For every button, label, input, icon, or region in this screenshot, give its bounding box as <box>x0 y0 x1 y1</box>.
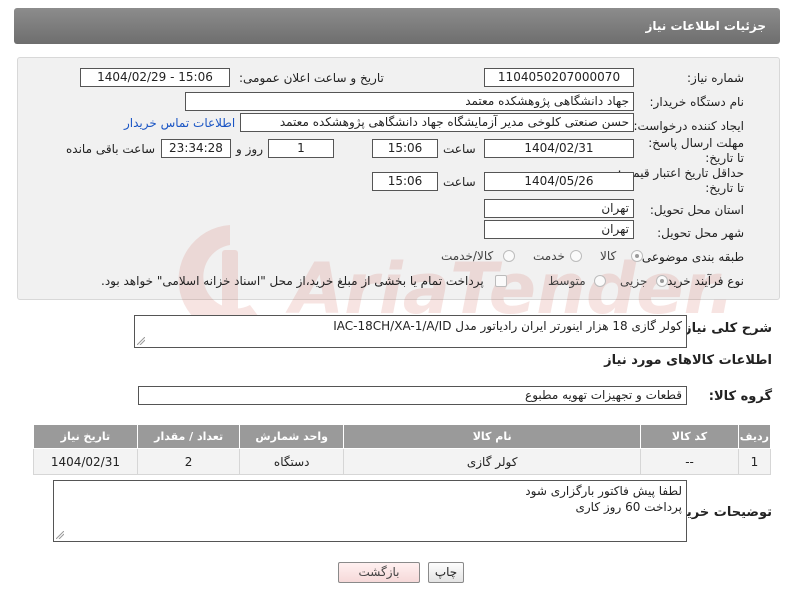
table-row[interactable]: 1 -- کولر گازی دستگاه 2 1404/02/31 <box>33 448 772 475</box>
goods-info-heading: اطلاعات کالاهای مورد نیاز <box>604 353 772 368</box>
treasury-payment-note: پرداخت تمام یا بخشی از مبلغ خرید،از محل … <box>101 274 484 288</box>
page-title: جزئیات اطلاعات نیاز <box>645 19 766 33</box>
creator-label: ایجاد کننده درخواست: <box>633 119 744 133</box>
process-medium-label: متوسط <box>548 274 586 288</box>
city-label: شهر محل تحویل: <box>657 226 744 240</box>
col-unit: واحد شمارش <box>239 424 345 449</box>
category-goods-radio[interactable] <box>631 250 643 262</box>
cell-row: 1 <box>737 448 772 475</box>
category-goods-label: کالا <box>600 249 617 263</box>
announce-label: تاریخ و ساعت اعلان عمومی: <box>239 71 384 85</box>
creator-field[interactable]: حسن صنعتی کلوخی مدیر آزمایشگاه جهاد دانش… <box>240 113 634 132</box>
cell-date: 1404/02/31 <box>33 448 138 475</box>
remaining-label: ساعت باقی مانده <box>66 142 156 156</box>
remaining-time-field[interactable]: 23:34:28 <box>161 139 231 158</box>
goods-group-label: گروه کالا: <box>708 389 772 404</box>
remaining-days-field[interactable]: 1 <box>268 139 334 158</box>
category-service-radio[interactable] <box>570 250 582 262</box>
buyer-org-field[interactable]: جهاد دانشگاهی پژوهشکده معتمد <box>185 92 634 111</box>
category-goods-service-label: کالا/خدمت <box>441 249 494 263</box>
process-minor-radio[interactable] <box>656 275 668 287</box>
goods-table: ردیف کد کالا نام کالا واحد شمارش تعداد /… <box>33 424 772 475</box>
validity-time-label: ساعت <box>443 175 476 189</box>
buyer-notes-line: لطفا پیش فاکتور بارگزاری شود <box>525 484 682 498</box>
buyer-notes-line: پرداخت 60 روز کاری <box>575 500 682 514</box>
validity-time-field[interactable]: 15:06 <box>372 172 438 191</box>
announce-datetime-field[interactable]: 1404/02/29 - 15:06 <box>80 68 230 87</box>
category-service-label: خدمت <box>533 249 565 263</box>
print-button[interactable]: چاپ <box>428 562 464 583</box>
col-quantity: تعداد / مقدار <box>136 424 241 449</box>
process-medium-radio[interactable] <box>594 275 606 287</box>
province-field[interactable]: تهران <box>484 199 634 218</box>
deadline-date-field[interactable]: 1404/02/31 <box>484 139 634 158</box>
validity-date-field[interactable]: 1404/05/26 <box>484 172 634 191</box>
back-button[interactable]: بازگشت <box>338 562 420 583</box>
goods-group-field[interactable]: قطعات و تجهیزات تهویه مطبوع <box>138 386 687 405</box>
need-number-label: شماره نیاز: <box>687 71 744 85</box>
resize-handle-icon[interactable] <box>56 531 64 539</box>
buyer-notes-field[interactable]: لطفا پیش فاکتور بارگزاری شود پرداخت 60 ر… <box>53 480 687 542</box>
cell-name: کولر گازی <box>343 448 642 475</box>
buyer-contact-link[interactable]: اطلاعات تماس خریدار <box>124 116 235 130</box>
category-label: طبقه بندی موضوعی: <box>637 250 744 264</box>
category-goods-service-radio[interactable] <box>503 250 515 262</box>
col-code: کد کالا <box>640 424 739 449</box>
deadline-time-label: ساعت <box>443 142 476 156</box>
resize-handle-icon[interactable] <box>137 337 145 345</box>
description-text: کولر گازی 18 هزار اینورتر ایران رادیاتور… <box>333 319 682 333</box>
cell-unit: دستگاه <box>239 448 345 475</box>
col-name: نام کالا <box>343 424 642 449</box>
treasury-payment-checkbox[interactable] <box>495 275 507 287</box>
process-label: نوع فرآیند خرید : <box>659 274 744 288</box>
description-label: شرح کلی نیاز: <box>678 321 772 336</box>
province-label: استان محل تحویل: <box>649 203 744 217</box>
need-number-field[interactable]: 1104050207000070 <box>484 68 634 87</box>
cell-quantity: 2 <box>136 448 241 475</box>
process-minor-label: جزیی <box>620 274 648 288</box>
col-date: تاریخ نیاز <box>33 424 138 449</box>
deadline-time-field[interactable]: 15:06 <box>372 139 438 158</box>
city-field[interactable]: تهران <box>484 220 634 239</box>
cell-code: -- <box>640 448 739 475</box>
table-header-row: ردیف کد کالا نام کالا واحد شمارش تعداد /… <box>33 424 772 449</box>
deadline-label: مهلت ارسال پاسخ: تا تاریخ: <box>648 136 744 165</box>
days-label: روز و <box>236 142 263 156</box>
page-header: جزئیات اطلاعات نیاز <box>14 8 780 44</box>
col-row: ردیف <box>737 424 772 449</box>
description-field[interactable]: کولر گازی 18 هزار اینورتر ایران رادیاتور… <box>134 315 687 348</box>
buyer-org-label: نام دستگاه خریدار: <box>649 95 745 109</box>
